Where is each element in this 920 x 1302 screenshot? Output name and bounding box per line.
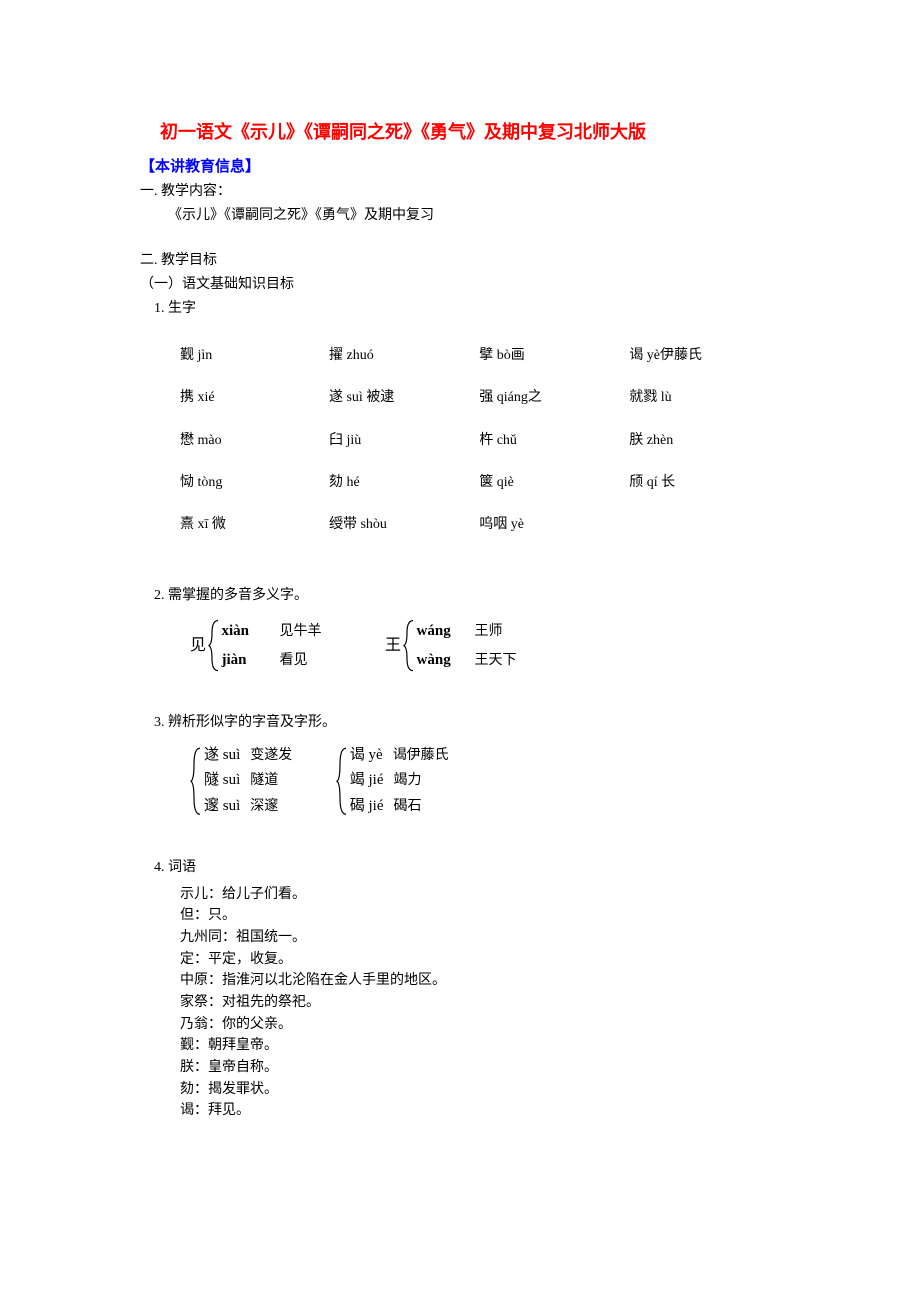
brace-block: 遂 suì 变遂发 隧 suì 隧道 邃 suì 深邃 — [190, 743, 292, 820]
meaning-text: 隧道 — [250, 769, 278, 793]
pinyin-text: wáng — [417, 617, 475, 646]
char-cell: 朕 zhèn — [629, 420, 780, 462]
meaning-text: 变遂发 — [250, 744, 292, 768]
poly-char: 见 — [190, 633, 206, 659]
table-row: 恸 tòng 劾 hé 箧 qiè 颀 qí 长 — [180, 462, 780, 504]
char-cell: 恸 tòng — [180, 462, 329, 504]
char-cell: 杵 chǔ — [479, 420, 629, 462]
vocab-item: 但：只。 — [180, 905, 780, 927]
section-2-sub1: （一）语文基础知识目标 — [140, 274, 780, 296]
vocab-item: 谒：拜见。 — [180, 1100, 780, 1122]
meaning-text: 看见 — [280, 648, 308, 675]
section-1-body: 《示儿》《谭嗣同之死》《勇气》及期中复习 — [140, 205, 780, 227]
polyphone-row: 见 xiàn见牛羊 jiàn看见 王 wáng王师 wàng王天下 — [190, 617, 780, 674]
sub-3-heading: 3. 辨析形似字的字音及字形。 — [140, 712, 780, 734]
similar-group: 谒 yè 谒伊藤氏 竭 jié 竭力 碣 jié 碣石 — [336, 743, 449, 820]
brace-block: 谒 yè 谒伊藤氏 竭 jié 竭力 碣 jié 碣石 — [336, 743, 449, 820]
brace-icon — [403, 617, 417, 674]
pinyin-text: xiàn — [222, 617, 280, 646]
vocab-item: 中原：指淮河以北沦陷在金人手里的地区。 — [180, 970, 780, 992]
char-cell: 绶带 shòu — [329, 504, 479, 546]
vocab-item: 示儿：给儿子们看。 — [180, 884, 780, 906]
poly-item: 见 xiàn见牛羊 jiàn看见 — [190, 617, 322, 674]
table-row: 懋 mào 臼 jiù 杵 chǔ 朕 zhèn — [180, 420, 780, 462]
char-cell: 携 xié — [180, 377, 329, 419]
shengzi-table: 觐 jìn 擢 zhuó 擘 bò画 谒 yè伊藤氏 携 xié 遂 suì 被… — [180, 335, 780, 547]
char-cell: 遂 suì 被逮 — [329, 377, 479, 419]
vocab-item: 劾：揭发罪状。 — [180, 1079, 780, 1101]
sub-4-heading: 4. 词语 — [140, 857, 780, 879]
char-cell: 熹 xī 微 — [180, 504, 329, 546]
section-2-title: 二. 教学目标 — [140, 250, 780, 272]
char-text: 谒 yè — [350, 743, 383, 769]
char-cell — [629, 504, 780, 546]
char-cell: 臼 jiù — [329, 420, 479, 462]
char-text: 隧 suì — [204, 768, 240, 794]
vocab-item: 家祭：对祖先的祭祀。 — [180, 992, 780, 1014]
char-cell: 就戮 lù — [629, 377, 780, 419]
pinyin-text: jiàn — [222, 646, 280, 675]
document-page: { "title": "初一语文《示儿》《谭嗣同之死》《勇气》及期中复习北师大版… — [0, 0, 920, 1182]
char-cell: 谒 yè伊藤氏 — [629, 335, 780, 377]
char-text: 竭 jié — [350, 768, 384, 794]
page-title: 初一语文《示儿》《谭嗣同之死》《勇气》及期中复习北师大版 — [140, 118, 780, 147]
section-1-title: 一. 教学内容： — [140, 181, 780, 203]
meaning-text: 王师 — [475, 619, 503, 646]
similar-char-row: 遂 suì 变遂发 隧 suì 隧道 邃 suì 深邃 谒 yè 谒伊藤氏 竭 jié 竭… — [190, 743, 780, 820]
brace-block: wáng王师 wàng王天下 — [403, 617, 517, 674]
char-text: 碣 jié — [350, 794, 384, 820]
char-cell: 强 qiáng之 — [479, 377, 629, 419]
char-text: 邃 suì — [204, 794, 240, 820]
table-row: 觐 jìn 擢 zhuó 擘 bò画 谒 yè伊藤氏 — [180, 335, 780, 377]
poly-char: 王 — [385, 633, 401, 659]
brace-icon — [208, 617, 222, 674]
char-cell: 劾 hé — [329, 462, 479, 504]
pinyin-text: wàng — [417, 646, 475, 675]
meaning-text: 见牛羊 — [280, 619, 322, 646]
meaning-text: 谒伊藤氏 — [393, 744, 449, 768]
meaning-text: 王天下 — [475, 648, 517, 675]
section-header: 【本讲教育信息】 — [140, 155, 780, 179]
sub-1-heading: 1. 生字 — [140, 298, 780, 320]
brace-block: xiàn见牛羊 jiàn看见 — [208, 617, 322, 674]
char-cell: 呜咽 yè — [479, 504, 629, 546]
char-cell: 擢 zhuó — [329, 335, 479, 377]
brace-icon — [336, 743, 350, 820]
vocab-item: 定：平定，收复。 — [180, 949, 780, 971]
vocab-item: 觐：朝拜皇帝。 — [180, 1035, 780, 1057]
char-cell: 觐 jìn — [180, 335, 329, 377]
vocab-list: 示儿：给儿子们看。 但：只。 九州同：祖国统一。 定：平定，收复。 中原：指淮河… — [180, 884, 780, 1123]
vocab-item: 朕：皇帝自称。 — [180, 1057, 780, 1079]
table-row: 携 xié 遂 suì 被逮 强 qiáng之 就戮 lù — [180, 377, 780, 419]
char-cell: 箧 qiè — [479, 462, 629, 504]
meaning-text: 碣石 — [394, 795, 422, 819]
vocab-item: 九州同：祖国统一。 — [180, 927, 780, 949]
char-cell: 擘 bò画 — [479, 335, 629, 377]
poly-item: 王 wáng王师 wàng王天下 — [385, 617, 517, 674]
similar-group: 遂 suì 变遂发 隧 suì 隧道 邃 suì 深邃 — [190, 743, 292, 820]
meaning-text: 深邃 — [250, 795, 278, 819]
char-text: 遂 suì — [204, 743, 240, 769]
char-cell: 懋 mào — [180, 420, 329, 462]
vocab-item: 乃翁：你的父亲。 — [180, 1014, 780, 1036]
table-row: 熹 xī 微 绶带 shòu 呜咽 yè — [180, 504, 780, 546]
meaning-text: 竭力 — [394, 769, 422, 793]
sub-2-heading: 2. 需掌握的多音多义字。 — [140, 585, 780, 607]
char-cell: 颀 qí 长 — [629, 462, 780, 504]
brace-icon — [190, 743, 204, 820]
